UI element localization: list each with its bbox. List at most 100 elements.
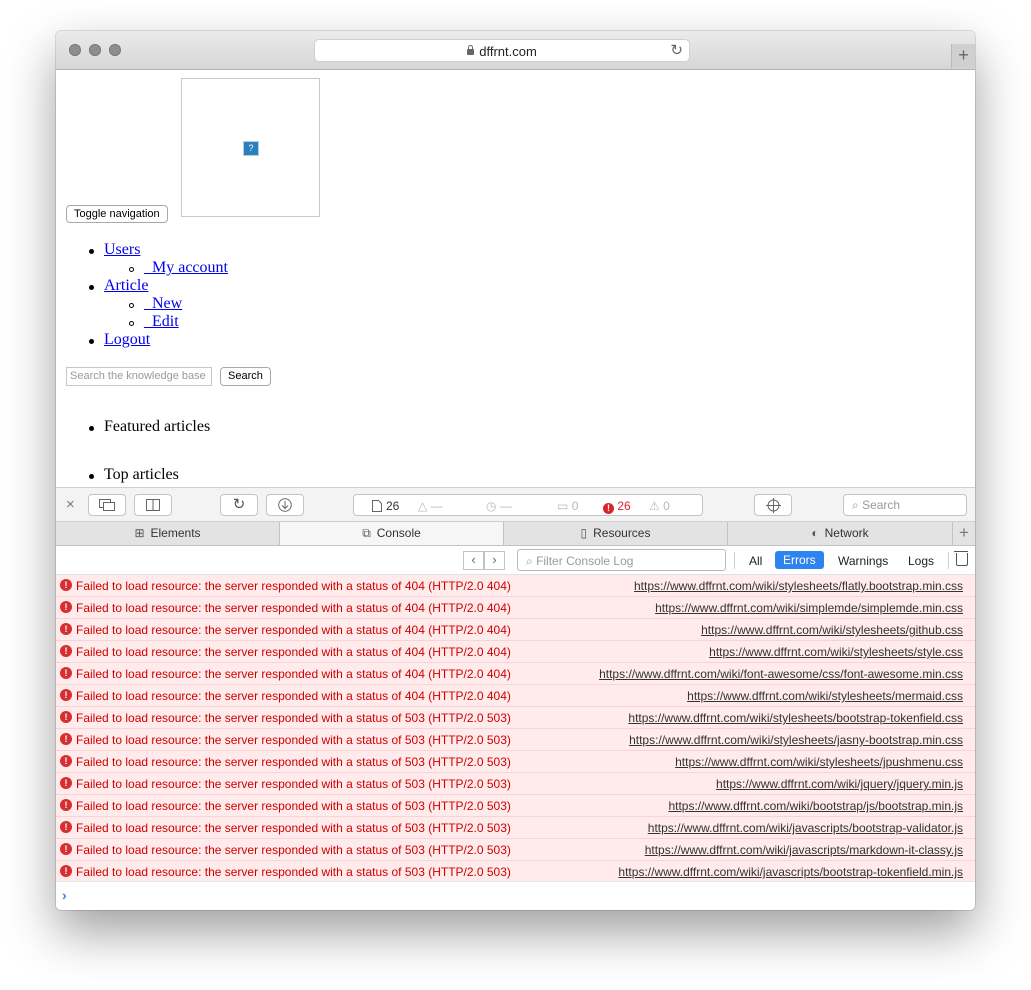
resource-url-link[interactable]: https://www.dffrnt.com/wiki/javascripts/… bbox=[618, 865, 963, 879]
search-button[interactable]: Search bbox=[220, 367, 271, 386]
featured-articles-heading: Featured articles bbox=[104, 418, 211, 435]
add-tab-button[interactable]: + bbox=[952, 522, 975, 545]
resource-url-link[interactable]: https://www.dffrnt.com/wiki/bootstrap/js… bbox=[668, 799, 963, 813]
console-error-row: ! Failed to load resource: the server res… bbox=[56, 663, 975, 685]
network-icon: ◐ bbox=[811, 526, 819, 540]
close-devtools-icon[interactable]: × bbox=[66, 496, 75, 513]
previous-result-button[interactable]: ‹ bbox=[463, 551, 484, 570]
address-bar[interactable]: dffrnt.com ↻ bbox=[314, 39, 690, 62]
chevron-left-icon: ‹ bbox=[471, 552, 476, 567]
console-log: ! Failed to load resource: the server res… bbox=[56, 575, 975, 881]
resources-status[interactable]: 26 bbox=[372, 499, 399, 513]
reload-page-button[interactable]: ↻ bbox=[220, 494, 258, 516]
resource-url-link[interactable]: https://www.dffrnt.com/wiki/stylesheets/… bbox=[687, 689, 963, 703]
error-icon: ! bbox=[60, 579, 72, 591]
error-message: Failed to load resource: the server resp… bbox=[76, 667, 511, 681]
reload-icon: ↻ bbox=[232, 496, 246, 513]
resource-url-link[interactable]: https://www.dffrnt.com/wiki/stylesheets/… bbox=[628, 711, 963, 725]
resource-url-link[interactable]: https://www.dffrnt.com/wiki/stylesheets/… bbox=[634, 579, 963, 593]
resource-url-link[interactable]: https://www.dffrnt.com/wiki/stylesheets/… bbox=[629, 733, 963, 747]
nav-edit-link[interactable]: _Edit bbox=[144, 313, 179, 331]
error-icon: ! bbox=[60, 667, 72, 679]
next-result-button[interactable]: › bbox=[484, 551, 505, 570]
error-icon: ! bbox=[60, 711, 72, 723]
filter-icon: ⌕ bbox=[526, 554, 537, 568]
download-button[interactable] bbox=[266, 494, 304, 516]
time-status: ◷ — bbox=[486, 499, 512, 513]
resource-url-link[interactable]: https://www.dffrnt.com/wiki/stylesheets/… bbox=[701, 623, 963, 637]
page-content: ? Toggle navigation Users _My account Ar… bbox=[56, 70, 975, 487]
close-window-button[interactable] bbox=[69, 44, 81, 56]
resource-url-link[interactable]: https://www.dffrnt.com/wiki/stylesheets/… bbox=[675, 755, 963, 769]
clock-icon: ◷ bbox=[486, 499, 497, 513]
crosshair-icon bbox=[765, 498, 781, 513]
error-message: Failed to load resource: the server resp… bbox=[76, 821, 511, 835]
error-icon: ! bbox=[60, 733, 72, 745]
minimize-window-button[interactable] bbox=[89, 44, 101, 56]
nav-logout-link[interactable]: Logout bbox=[104, 331, 150, 349]
bullet bbox=[89, 285, 94, 290]
dock-side-button[interactable] bbox=[134, 494, 172, 516]
logo-image: ? bbox=[181, 78, 320, 217]
resource-url-link[interactable]: https://www.dffrnt.com/wiki/font-awesome… bbox=[599, 667, 963, 681]
console-prompt[interactable]: › bbox=[56, 881, 975, 910]
resource-url-link[interactable]: https://www.dffrnt.com/wiki/simplemde/si… bbox=[655, 601, 963, 615]
error-icon: ! bbox=[603, 503, 614, 514]
filter-logs[interactable]: Logs bbox=[908, 554, 934, 568]
devtools-search-input[interactable]: ⌕ Search bbox=[843, 494, 967, 516]
bell-icon: △ bbox=[418, 499, 428, 513]
nav-my-account-link[interactable]: _My account bbox=[144, 259, 228, 277]
undock-button[interactable] bbox=[88, 494, 126, 516]
error-icon: ! bbox=[60, 689, 72, 701]
console-error-row: ! Failed to load resource: the server res… bbox=[56, 751, 975, 773]
console-error-row: ! Failed to load resource: the server res… bbox=[56, 707, 975, 729]
console-error-row: ! Failed to load resource: the server res… bbox=[56, 597, 975, 619]
console-error-row: ! Failed to load resource: the server res… bbox=[56, 861, 975, 881]
zoom-window-button[interactable] bbox=[109, 44, 121, 56]
bullet bbox=[89, 474, 94, 479]
resources-count: 26 bbox=[386, 499, 400, 513]
resource-url-link[interactable]: https://www.dffrnt.com/wiki/javascripts/… bbox=[648, 821, 963, 835]
top-articles-heading: Top articles bbox=[104, 466, 179, 483]
console-icon: ⧉ bbox=[362, 526, 371, 540]
resource-url-link[interactable]: https://www.dffrnt.com/wiki/stylesheets/… bbox=[709, 645, 963, 659]
error-message: Failed to load resource: the server resp… bbox=[76, 755, 511, 769]
error-message: Failed to load resource: the server resp… bbox=[76, 733, 511, 747]
reload-icon[interactable]: ↻ bbox=[670, 41, 683, 59]
error-icon: ! bbox=[60, 645, 72, 657]
element-picker-button[interactable] bbox=[754, 494, 792, 516]
filter-all[interactable]: All bbox=[749, 554, 762, 568]
error-message: Failed to load resource: the server resp… bbox=[76, 865, 511, 879]
bullet bbox=[129, 303, 134, 308]
nav-users-link[interactable]: Users bbox=[104, 241, 140, 259]
prompt-chevron-icon: › bbox=[62, 887, 67, 903]
tab-elements[interactable]: ⊞ Elements bbox=[56, 522, 280, 545]
elements-icon: ⊞ bbox=[134, 526, 145, 540]
console-error-row: ! Failed to load resource: the server res… bbox=[56, 729, 975, 751]
trash-icon[interactable] bbox=[954, 551, 968, 566]
filter-warnings[interactable]: Warnings bbox=[838, 554, 888, 568]
filter-errors[interactable]: Errors bbox=[775, 551, 824, 569]
resource-url-link[interactable]: https://www.dffrnt.com/wiki/jquery/jquer… bbox=[716, 777, 963, 791]
error-message: Failed to load resource: the server resp… bbox=[76, 689, 511, 703]
tab-console[interactable]: ⧉ Console bbox=[280, 522, 504, 545]
message-icon: ▭ bbox=[557, 499, 569, 513]
new-tab-button[interactable]: + bbox=[951, 44, 975, 68]
messages-status[interactable]: ▭ 0 bbox=[557, 499, 578, 513]
warnings-count: 0 bbox=[663, 499, 670, 513]
nav-article-link[interactable]: Article bbox=[104, 277, 148, 295]
error-message: Failed to load resource: the server resp… bbox=[76, 799, 511, 813]
knowledge-search-input[interactable]: Search the knowledge base bbox=[66, 367, 212, 386]
tab-network[interactable]: ◐ Network bbox=[728, 522, 953, 545]
resource-url-link[interactable]: https://www.dffrnt.com/wiki/javascripts/… bbox=[645, 843, 963, 857]
toggle-navigation-button[interactable]: Toggle navigation bbox=[66, 205, 168, 223]
console-error-row: ! Failed to load resource: the server res… bbox=[56, 817, 975, 839]
nav-new-link[interactable]: _New bbox=[144, 295, 182, 313]
address-host: dffrnt.com bbox=[479, 44, 537, 59]
errors-status[interactable]: ! 26 bbox=[603, 499, 631, 514]
tab-resources[interactable]: ▯ Resources bbox=[504, 522, 728, 545]
bullet bbox=[89, 339, 94, 344]
search-placeholder: Search bbox=[862, 498, 901, 512]
warnings-status[interactable]: ⚠ 0 bbox=[649, 499, 670, 513]
console-filter-input[interactable]: ⌕ Filter Console Log bbox=[517, 549, 726, 571]
